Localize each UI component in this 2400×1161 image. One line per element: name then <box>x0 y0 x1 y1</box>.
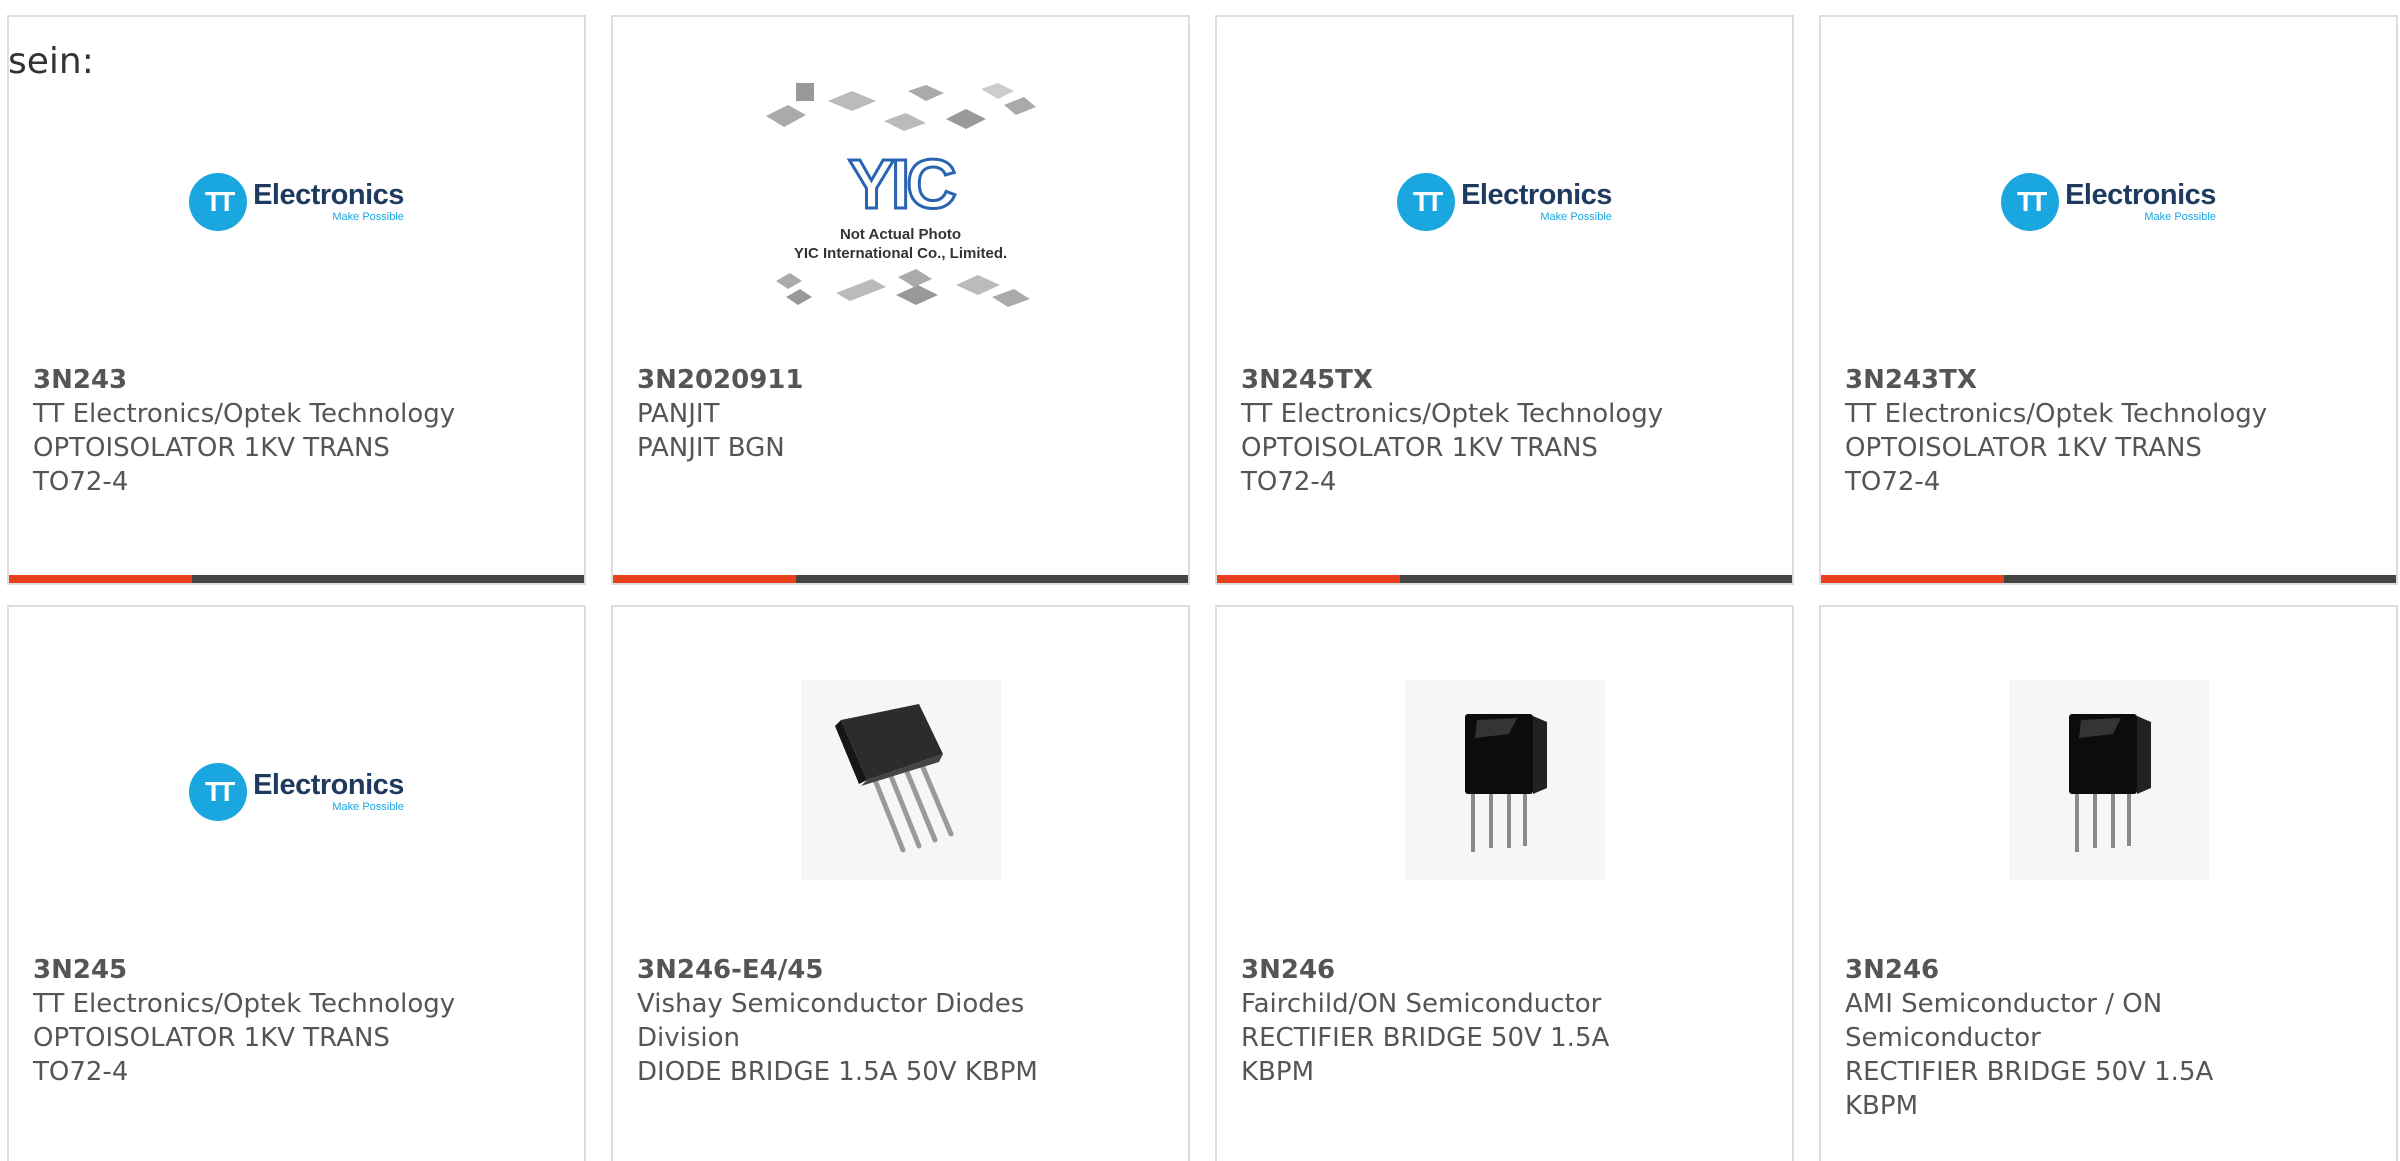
tt-electronics-logo: TT Electronics Make Possible <box>2001 172 2216 231</box>
product-card[interactable]: YIC Not Actual Photo YIC International C… <box>611 15 1190 585</box>
manufacturer: TT Electronics/Optek Technology <box>33 989 456 1019</box>
yic-logo: YIC <box>847 144 959 223</box>
part-number-link[interactable]: 3N245TX <box>1241 363 1732 397</box>
product-card[interactable]: 3N246-E4/45 Vishay Semiconductor Diodes … <box>611 605 1190 1161</box>
description: OPTOISOLATOR 1KV TRANS <box>33 1023 390 1053</box>
yic-placeholder-image: YIC Not Actual Photo YIC International C… <box>765 81 1036 319</box>
manufacturer: TT Electronics/Optek Technology <box>1241 399 1664 429</box>
product-card[interactable]: 3N246 AMI Semiconductor / ON Semiconduct… <box>1819 605 2398 1161</box>
description: RECTIFIER BRIDGE 50V 1.5A <box>1241 1023 1610 1053</box>
product-image[interactable]: TT Electronics Make Possible <box>1821 17 2396 362</box>
part-number-link[interactable]: 3N246 <box>1845 953 2336 987</box>
description: DIODE BRIDGE 1.5A 50V KBPM <box>637 1057 1038 1087</box>
part-number-link[interactable]: 3N243 <box>33 363 524 397</box>
card-bottom-bar <box>1217 575 1792 583</box>
product-image[interactable]: TT Electronics Make Possible <box>9 607 584 952</box>
product-card[interactable]: TT Electronics Make Possible 3N245 TT El… <box>7 605 586 1161</box>
description: OPTOISOLATOR 1KV TRANS <box>1845 433 2202 463</box>
product-card[interactable]: TT Electronics Make Possible 3N243TX TT … <box>1819 15 2398 585</box>
manufacturer: Vishay Semiconductor Diodes Division <box>637 989 1025 1053</box>
product-image[interactable] <box>1821 607 2396 952</box>
card-bottom-bar <box>613 575 1188 583</box>
intro-text: sein: <box>8 41 94 82</box>
manufacturer: TT Electronics/Optek Technology <box>1845 399 2268 429</box>
description: OPTOISOLATOR 1KV TRANS <box>1241 433 1598 463</box>
description: PANJIT BGN <box>637 433 785 463</box>
card-bottom-bar <box>1821 575 2396 583</box>
manufacturer: PANJIT <box>637 399 720 429</box>
manufacturer: TT Electronics/Optek Technology <box>33 399 456 429</box>
product-image[interactable]: TT Electronics Make Possible <box>9 17 584 362</box>
description: OPTOISOLATOR 1KV TRANS <box>33 433 390 463</box>
product-grid-page: sein: TT Electronics Make Possible 3N243… <box>0 0 2400 1161</box>
part-number-link[interactable]: 3N245 <box>33 953 524 987</box>
chip-packages-icon <box>765 82 1036 131</box>
product-image[interactable] <box>1217 607 1792 952</box>
manufacturer: Fairchild/ON Semiconductor <box>1241 989 1602 1019</box>
product-image[interactable] <box>613 607 1188 952</box>
package: TO72-4 <box>33 467 129 497</box>
product-image[interactable]: TT Electronics Make Possible <box>1217 17 1792 362</box>
tt-electronics-logo: TT Electronics Make Possible <box>189 762 404 821</box>
bridge-rectifier-front-image <box>2008 679 2209 880</box>
package: TO72-4 <box>1241 467 1337 497</box>
product-image[interactable]: YIC Not Actual Photo YIC International C… <box>613 17 1188 362</box>
product-card[interactable]: TT Electronics Make Possible 3N245TX TT … <box>1215 15 1794 585</box>
part-number-link[interactable]: 3N246-E4/45 <box>637 953 1128 987</box>
chip-packages-icon <box>775 268 1030 307</box>
bridge-rectifier-angled-image <box>800 679 1001 880</box>
package: KBPM <box>1845 1091 1918 1121</box>
bridge-rectifier-front-image <box>1404 679 1605 880</box>
tt-electronics-logo: TT Electronics Make Possible <box>1397 172 1612 231</box>
part-number-link[interactable]: 3N2020911 <box>637 363 1128 397</box>
part-number-link[interactable]: 3N243TX <box>1845 363 2336 397</box>
package: KBPM <box>1241 1057 1314 1087</box>
tt-electronics-logo: TT Electronics Make Possible <box>189 172 404 231</box>
description: RECTIFIER BRIDGE 50V 1.5A <box>1845 1057 2214 1087</box>
manufacturer: AMI Semiconductor / ON Semiconductor <box>1845 989 2163 1053</box>
product-card[interactable]: 3N246 Fairchild/ON Semiconductor RECTIFI… <box>1215 605 1794 1161</box>
product-card[interactable]: TT Electronics Make Possible 3N243 TT El… <box>7 15 586 585</box>
card-bottom-bar <box>9 575 584 583</box>
package: TO72-4 <box>1845 467 1941 497</box>
part-number-link[interactable]: 3N246 <box>1241 953 1732 987</box>
package: TO72-4 <box>33 1057 129 1087</box>
